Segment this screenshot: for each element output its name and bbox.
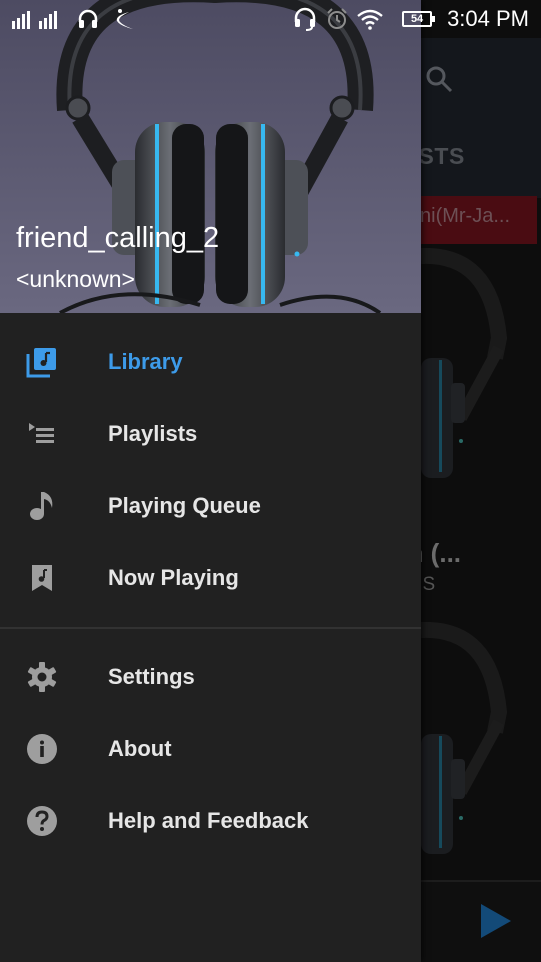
drawer-item-now-playing[interactable]: Now Playing: [0, 542, 421, 614]
drawer-item-label: Now Playing: [108, 565, 239, 590]
drawer-menu: Library Playlists Playing Queue Now Play…: [0, 326, 421, 857]
now-playing-bookmark-icon: [26, 562, 58, 594]
drawer-item-settings[interactable]: Settings: [0, 641, 421, 713]
music-note-icon: [26, 490, 58, 522]
drawer-item-label: Library: [108, 349, 183, 374]
battery-icon: 54: [402, 11, 436, 27]
info-icon: [26, 733, 58, 765]
signal-icon: [12, 9, 64, 29]
menu-divider: [0, 627, 421, 629]
drawer-item-label: Help and Feedback: [108, 808, 309, 833]
drawer-header[interactable]: friend_calling_2 <unknown>: [0, 0, 421, 313]
drawer-item-library[interactable]: Library: [0, 326, 421, 398]
play-icon[interactable]: [481, 904, 511, 938]
drawer-item-label: Settings: [108, 664, 195, 689]
wifi-icon: [357, 8, 383, 30]
playlist-play-icon: [26, 418, 58, 450]
drawer-item-label: Playlists: [108, 421, 198, 446]
drawer-item-playlists[interactable]: Playlists: [0, 398, 421, 470]
help-icon: [26, 805, 58, 837]
drawer-header-subtitle: <unknown>: [16, 266, 135, 292]
drawer-item-playing-queue[interactable]: Playing Queue: [0, 470, 421, 542]
drawer-item-label: Playing Queue: [108, 493, 261, 518]
gear-icon: [26, 661, 58, 693]
app-notification-icon: [112, 8, 134, 30]
navigation-drawer: friend_calling_2 <unknown> Library Playl…: [0, 0, 421, 962]
drawer-item-about[interactable]: About: [0, 713, 421, 785]
album-art[interactable]: [421, 248, 541, 498]
drawer-item-help-feedback[interactable]: Help and Feedback: [0, 785, 421, 857]
status-bar: 54 3:04 PM: [0, 0, 541, 38]
library-music-icon: [26, 346, 58, 378]
search-icon[interactable]: [424, 64, 454, 94]
album-art[interactable]: [421, 622, 541, 872]
alarm-icon: [326, 8, 348, 30]
headphones-icon: [78, 9, 98, 29]
drawer-item-label: About: [108, 736, 172, 761]
drawer-header-title: friend_calling_2: [16, 222, 220, 254]
headset-icon: [293, 7, 317, 31]
clock: 3:04 PM: [447, 6, 529, 31]
